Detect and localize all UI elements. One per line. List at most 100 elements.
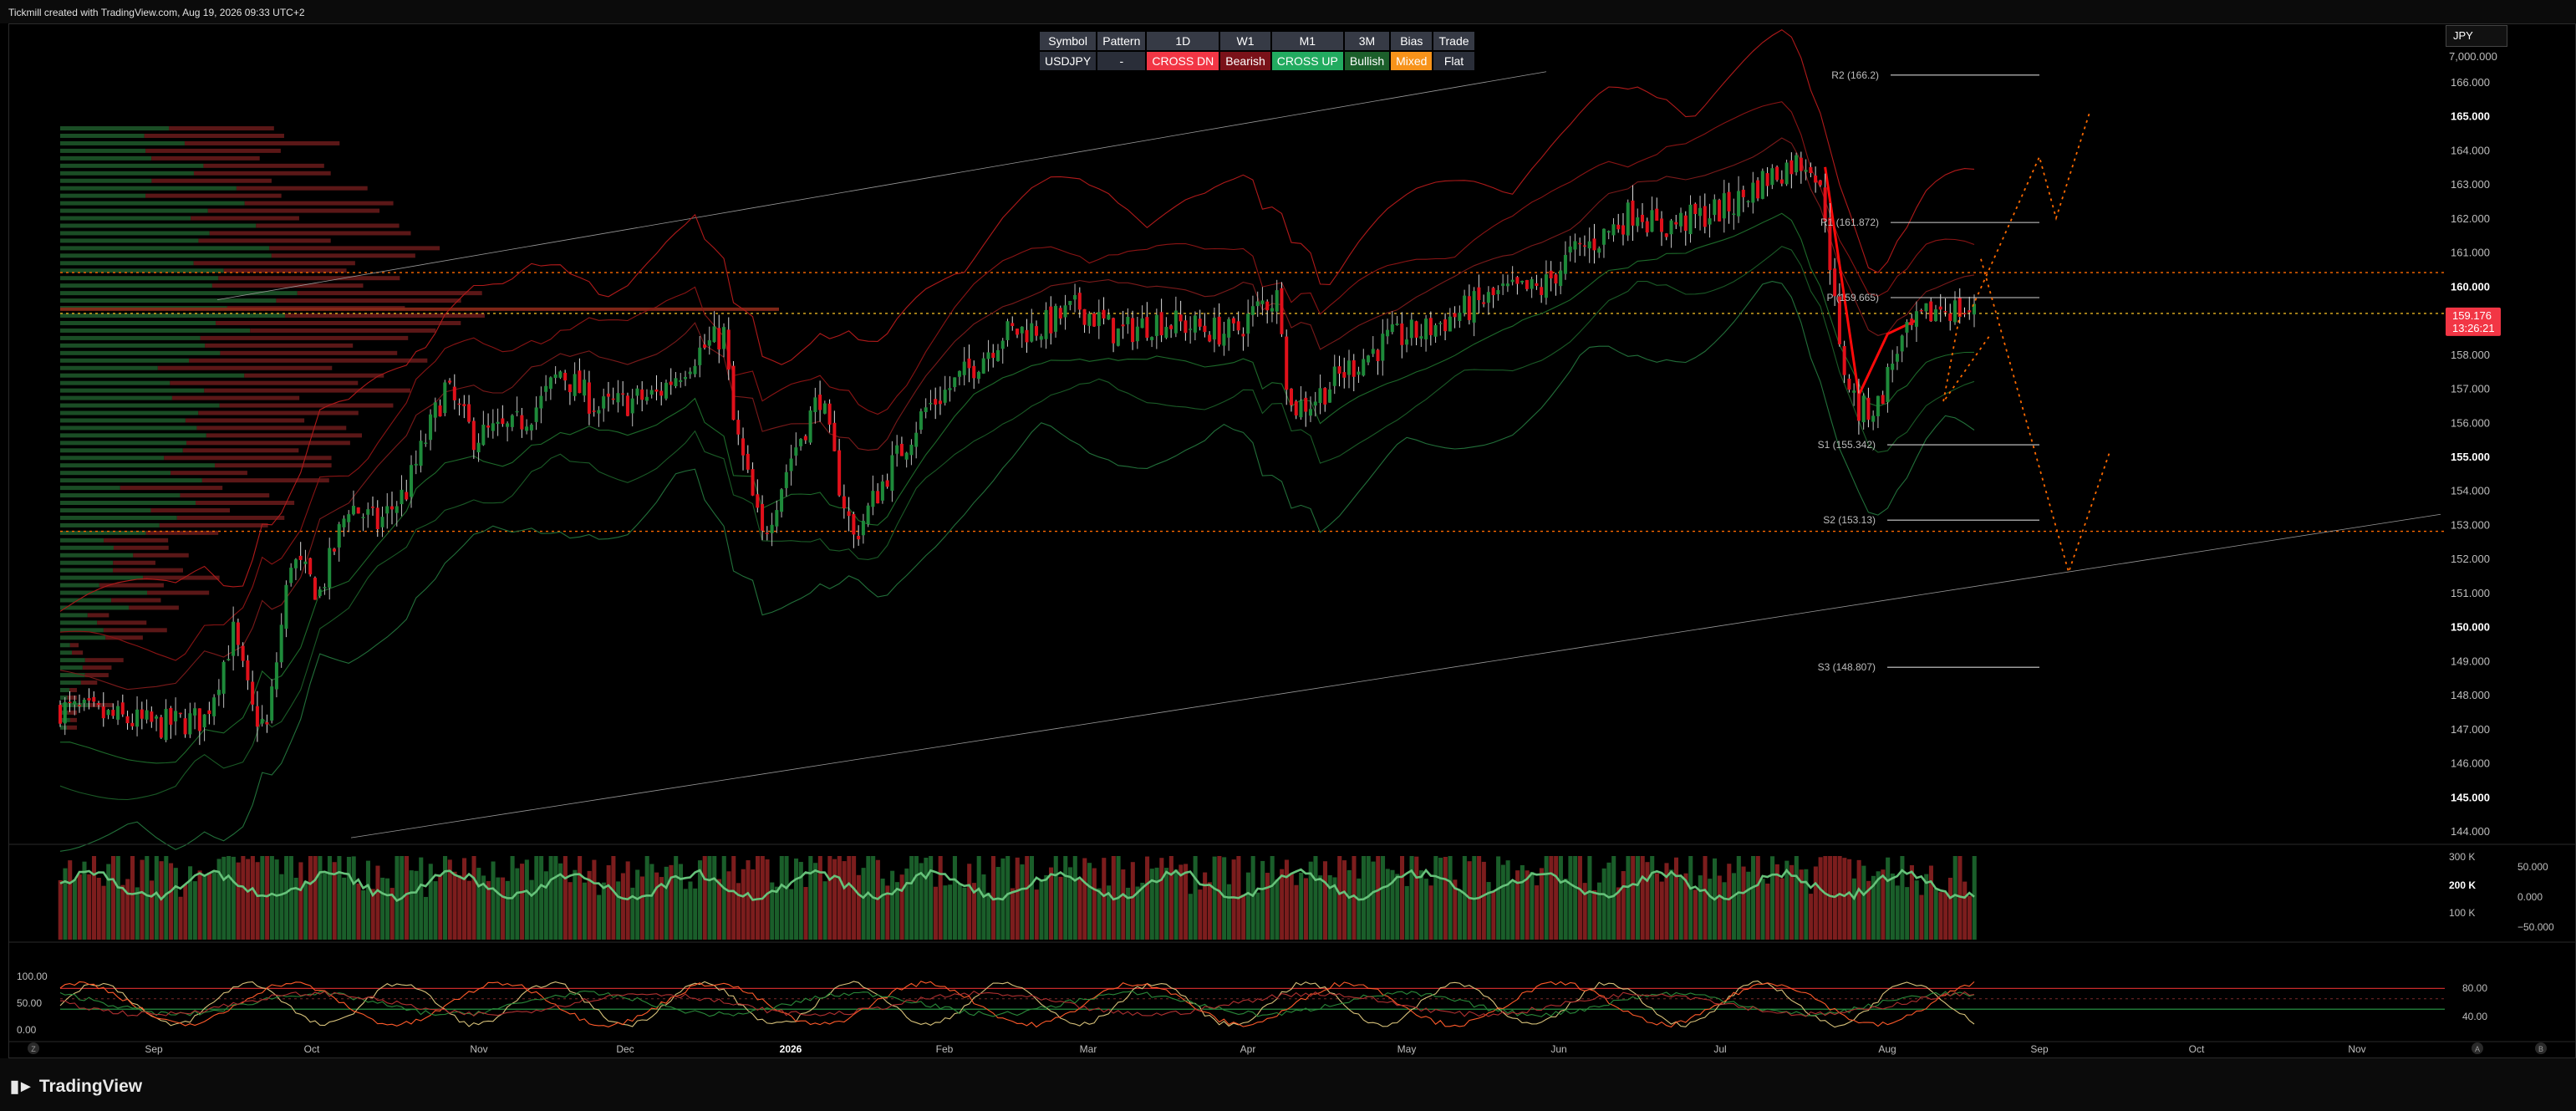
time-tick-label: Nov [470, 1043, 487, 1055]
volume-osc-tick-label: 0.000 [2517, 891, 2543, 903]
candle-body [395, 506, 399, 513]
candle-body [866, 505, 870, 525]
status-value-trade: Flat [1433, 52, 1474, 70]
candle-body [1299, 400, 1303, 418]
candle-body [702, 344, 707, 348]
volume-bar [1347, 869, 1352, 940]
candle-body [1097, 312, 1101, 326]
volume-bar [1207, 882, 1212, 940]
volume-bar [298, 862, 303, 940]
volume-profile-bar [297, 291, 482, 296]
volume-bar [1015, 857, 1020, 940]
volume-profile-bar [60, 643, 70, 648]
candle-body [957, 370, 961, 377]
candle-body [293, 559, 298, 568]
volume-bar [644, 856, 649, 940]
candle-body [563, 372, 568, 381]
volume-bar [568, 882, 573, 940]
volume-profile-bar [60, 560, 114, 565]
candle-body [1751, 182, 1755, 203]
volume-bar [548, 856, 553, 940]
candle-body [164, 708, 168, 741]
volume-bar [736, 883, 741, 940]
candle-body [1650, 210, 1654, 232]
candle-body [1327, 389, 1332, 403]
volume-profile-bar [250, 328, 436, 333]
volume-profile-bar [176, 515, 285, 520]
volume-bar [1732, 873, 1737, 940]
volume-bar [1063, 856, 1068, 940]
candle-body [885, 480, 889, 487]
candle-body [255, 706, 259, 727]
candle-body [1732, 213, 1736, 215]
volume-bar [1746, 871, 1751, 940]
candle-body [919, 411, 923, 430]
volume-profile-bar [60, 358, 190, 363]
candle-body [1082, 308, 1087, 325]
candle-body [1294, 401, 1298, 415]
volume-bar [279, 874, 284, 940]
candle-body [216, 690, 221, 696]
time-tick-label: May [1397, 1043, 1417, 1055]
volume-bar [1303, 878, 1308, 940]
price-tick-label: 157.000 [2451, 383, 2490, 395]
candle-body [597, 410, 601, 414]
volume-bar [578, 856, 583, 940]
volume-bar [948, 884, 953, 940]
volume-profile-bar [151, 155, 260, 161]
volume-profile-bar [150, 507, 231, 512]
volume-bar [794, 858, 799, 940]
volume-profile-bar [60, 231, 210, 236]
candle-body [592, 410, 596, 412]
volume-profile-bar [159, 522, 268, 527]
volume-bar [1626, 856, 1631, 940]
candle-body [1448, 316, 1452, 332]
volume-bar [1130, 862, 1135, 940]
candle-body [674, 378, 678, 387]
volume-bar [284, 856, 289, 940]
volume-profile-bar [60, 216, 191, 221]
candle-body [1727, 191, 1731, 211]
candle-body [1891, 364, 1895, 370]
volume-bar [1126, 887, 1131, 940]
volume-bar [1596, 882, 1601, 940]
candle-body [649, 390, 654, 395]
volume-bar [798, 862, 803, 940]
volume-bar [1164, 868, 1169, 940]
volume-bar [505, 880, 510, 940]
brand-text: TradingView [38, 1076, 143, 1096]
volume-bar [856, 874, 861, 940]
volume-bar [140, 859, 145, 940]
volume-profile-bar [151, 178, 272, 183]
volume-profile-bar [171, 471, 247, 476]
volume-bar [1188, 894, 1193, 940]
volume-bar [813, 863, 818, 940]
candle-body [852, 513, 856, 535]
volume-bar [87, 874, 92, 940]
candle-body [1092, 313, 1097, 327]
candle-body [1304, 397, 1308, 412]
volume-bar [1673, 857, 1679, 940]
pivot-label: S1 (155.342) [1818, 439, 1876, 451]
candle-body [361, 517, 365, 518]
volume-profile-bar [60, 133, 145, 138]
volume-profile-bar [60, 350, 221, 355]
volume-bar [904, 868, 909, 940]
currency-button[interactable]: JPY [2446, 25, 2507, 47]
candle-body [1000, 340, 1005, 349]
volume-bar [1020, 864, 1025, 940]
volume-bar [866, 856, 871, 940]
band-line [59, 212, 1975, 764]
candle-body [1847, 378, 1851, 390]
candle-body [688, 371, 692, 375]
volume-bar [967, 864, 972, 940]
volume-profile-bar [133, 553, 189, 558]
candle-body [1659, 218, 1664, 232]
candle-body [385, 506, 389, 514]
candle-body [1775, 166, 1779, 181]
volume-bar [582, 882, 587, 940]
volume-bar [1895, 885, 1900, 940]
tradingview-logo-icon: ▮► [10, 1078, 34, 1096]
candle-body [765, 533, 769, 534]
candle-body [236, 622, 240, 645]
